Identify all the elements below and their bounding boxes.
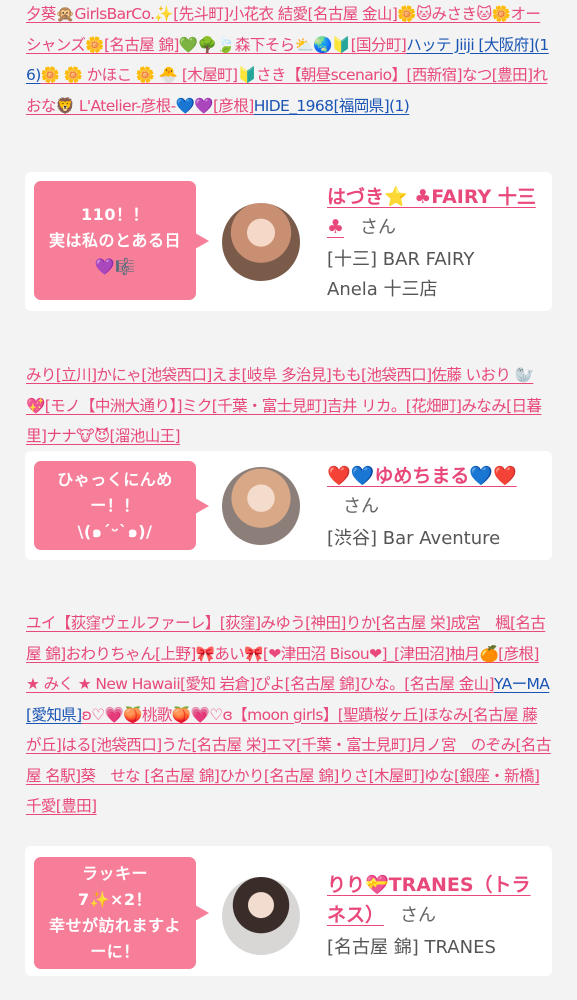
area: [名古屋 錦] bbox=[327, 937, 419, 958]
message-card-3[interactable]: ラッキー 7✨×2！ 幸せが訪れますよーに！ りり💝TRANES（トラネス） さん [… bbox=[25, 846, 552, 976]
cast-link[interactable]: はる[池袋西口] bbox=[61, 736, 162, 754]
cast-link[interactable]: なつ[豊田] bbox=[462, 66, 533, 84]
cast-name-link[interactable]: ❤️💙ゆめちまる💙❤️ bbox=[327, 465, 517, 487]
cast-link[interactable]: 葵 せな [名古屋 錦] bbox=[80, 767, 219, 785]
cast-link[interactable]: ひかり[名古屋 錦] bbox=[219, 767, 339, 785]
cast-link[interactable]: ʚ♡💗🍑桃歌🍑💗♡ɞ【moon girls】[聖蹟桜ヶ丘] bbox=[82, 706, 424, 724]
name-list-3: ユイ【荻窪ヴェルファーレ】[荻窪]みゆう[神田]りか[名古屋 栄]成宮 楓[名古… bbox=[0, 608, 577, 848]
cast-link[interactable]: おわりちゃん[上野] bbox=[66, 645, 197, 663]
cast-name-line: ❤️💙ゆめちまる💙❤️ さん bbox=[327, 461, 542, 522]
cast-link[interactable]: もも[池袋西口] bbox=[331, 366, 432, 384]
cast-link[interactable]: 夕葵🙊GirlsBarCo.✨[先斗町] bbox=[26, 5, 229, 23]
message-bubble: 110！！ 実は私のとある日💜🎼 bbox=[34, 181, 209, 300]
cast-link[interactable]: 💚🌳🍃森下そら⛅🌏🔰[国分町] bbox=[179, 36, 407, 54]
name-list-1: 夕葵🙊GirlsBarCo.✨[先斗町]小花衣 結愛[名古屋 金山]🌼🐱みさき🐱… bbox=[0, 0, 577, 148]
area: [十三] bbox=[327, 249, 378, 270]
shop-info: [十三] BAR FAIRY Anela 十三店 bbox=[327, 245, 542, 305]
cast-link[interactable]: ★ みく ★ New Hawaii[愛知 岩倉] bbox=[26, 675, 255, 693]
cast-link[interactable]: かにゃ[池袋西口] bbox=[97, 366, 213, 384]
cast-avatar[interactable] bbox=[222, 877, 300, 955]
cast-link[interactable]: ひな。[名古屋 金山] bbox=[360, 675, 495, 693]
cast-info: りり💝TRANES（トラネス） さん [名古屋 錦] TRANES bbox=[327, 870, 542, 963]
cast-link[interactable]: HIDE_1968[福岡県](1) bbox=[254, 97, 410, 115]
cast-avatar[interactable] bbox=[222, 203, 300, 281]
cast-info: はづき⭐ ♣FAIRY 十三♣ さん [十三] BAR FAIRY Anela 十三… bbox=[327, 182, 542, 305]
cast-info: ❤️💙ゆめちまる💙❤️ さん [渋谷] Bar Aventure bbox=[327, 461, 542, 554]
cast-link[interactable]: ユイ【荻窪ヴェルファーレ】[荻窪] bbox=[26, 614, 261, 632]
message-card-1[interactable]: 110！！ 実は私のとある日💜🎼 はづき⭐ ♣FAIRY 十三♣ さん [十三] B… bbox=[25, 172, 552, 311]
cast-avatar[interactable] bbox=[222, 467, 300, 545]
message-bubble: ラッキー 7✨×2！ 幸せが訪れますよーに！ bbox=[34, 857, 209, 969]
cast-name-line: はづき⭐ ♣FAIRY 十三♣ さん bbox=[327, 182, 542, 243]
cast-link[interactable]: 🎀あい🎀[❤津田沼 Bisou❤]_[津田沼] bbox=[196, 645, 451, 663]
cast-link[interactable]: うた[名古屋 栄] bbox=[162, 736, 267, 754]
shop-info: [渋谷] Bar Aventure bbox=[327, 524, 542, 554]
cast-link[interactable]: 🌼 🌼 かほこ 🌼 🐣 [木屋町] bbox=[41, 66, 238, 84]
message-bubble: ひゃっくにんめー！！ \(๑´ᵕ`๑)/ bbox=[34, 461, 209, 550]
cast-name-link[interactable]: はづき⭐ ♣FAIRY 十三♣ bbox=[327, 186, 536, 238]
cast-link[interactable]: 🔰さき【朝昼scenario】[西新宿] bbox=[237, 66, 462, 84]
message-card-2[interactable]: ひゃっくにんめー！！ \(๑´ᵕ`๑)/ ❤️💙ゆめちまる💙❤️ さん [渋谷] B… bbox=[25, 451, 552, 560]
cast-link[interactable]: ミク[千葉・富士見町] bbox=[182, 397, 328, 415]
cast-link[interactable]: りか[名古屋 栄] bbox=[346, 614, 451, 632]
cast-link[interactable]: みゆう[神田] bbox=[260, 614, 346, 632]
name-list-2: みり[立川]かにゃ[池袋西口]えま[岐阜 多治見]もも[池袋西口]佐藤 いおり … bbox=[0, 360, 577, 450]
shop-name: Bar Aventure bbox=[382, 528, 501, 549]
cast-link[interactable]: ゆな[銀座・新橋] bbox=[424, 767, 540, 785]
cast-link[interactable]: ナナ🐮😈[溜池山王] bbox=[46, 427, 180, 445]
cast-link[interactable]: りさ[木屋町] bbox=[339, 767, 425, 785]
cast-link[interactable]: ぴよ[名古屋 錦] bbox=[255, 675, 360, 693]
shop-info: [名古屋 錦] TRANES bbox=[327, 933, 542, 963]
area: [渋谷] bbox=[327, 528, 378, 549]
cast-link[interactable]: みり[立川] bbox=[26, 366, 97, 384]
cast-link[interactable]: 吉井 リカ。[花畑町] bbox=[327, 397, 462, 415]
cast-link[interactable]: 千愛[豊田] bbox=[26, 797, 97, 815]
honorific: さん bbox=[400, 905, 437, 926]
honorific: さん bbox=[360, 217, 397, 238]
shop-name: TRANES bbox=[424, 937, 496, 958]
cast-link[interactable]: 柚月🍊[彦根] bbox=[450, 645, 540, 663]
cast-link[interactable]: えま[岐阜 多治見] bbox=[212, 366, 332, 384]
honorific: さん bbox=[343, 496, 379, 517]
cast-link[interactable]: エマ[千葉・富士見町] bbox=[266, 736, 412, 754]
cast-name-line: りり💝TRANES（トラネス） さん bbox=[327, 870, 542, 931]
